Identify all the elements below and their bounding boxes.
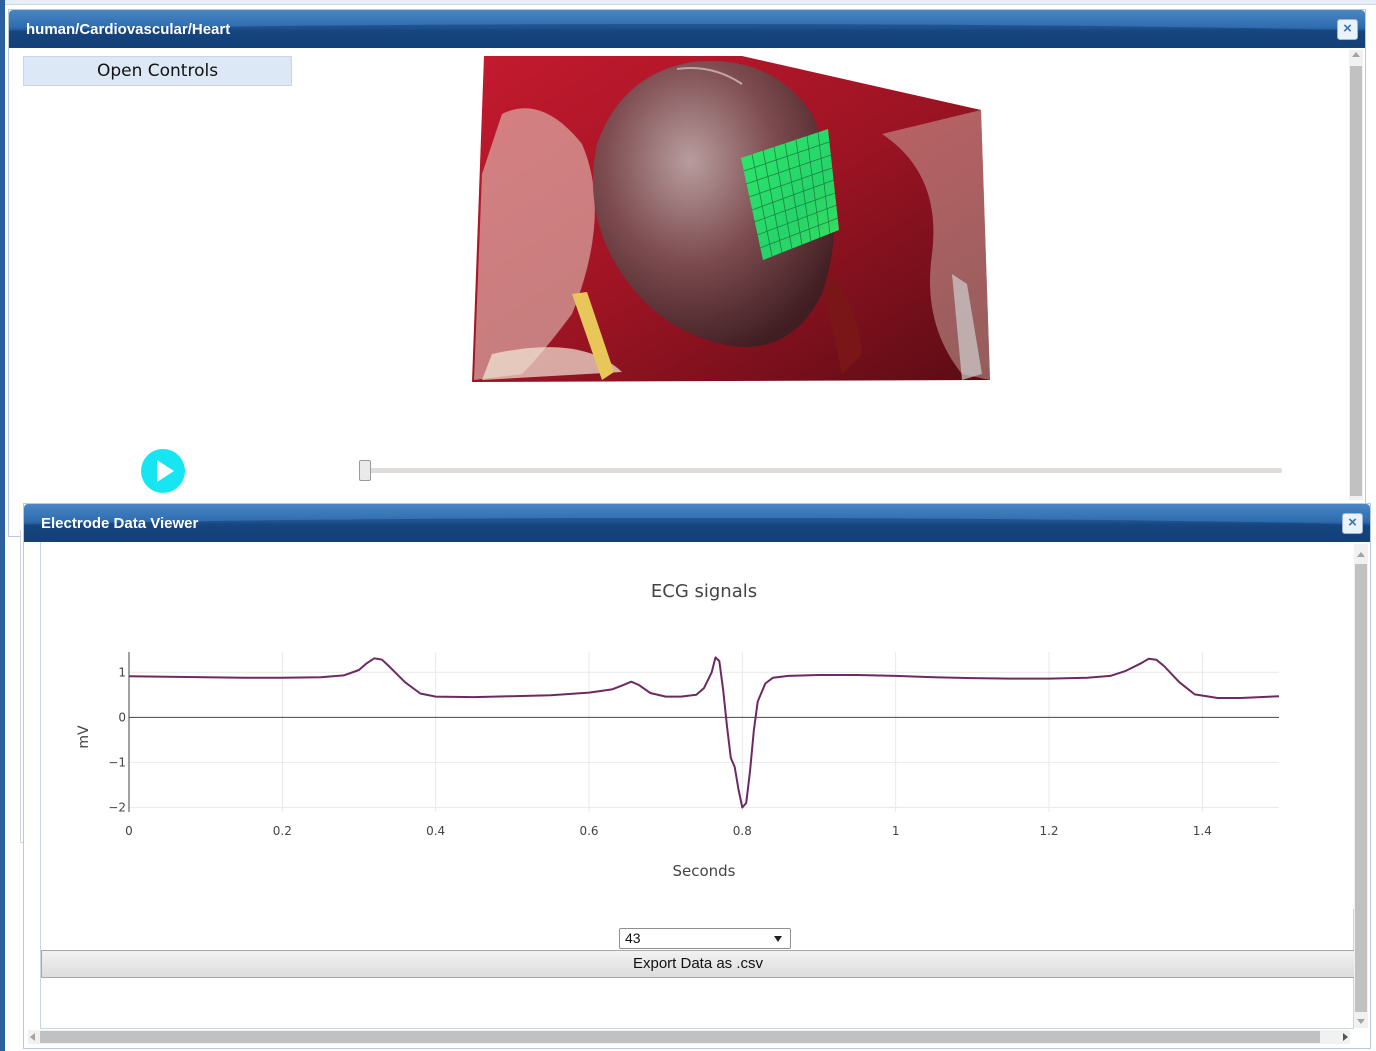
scrollbar-thumb[interactable]: [1355, 564, 1367, 1012]
heart-window-scrollbar[interactable]: [1349, 50, 1363, 500]
electrode-viewer-titlebar[interactable]: Electrode Data Viewer ×: [24, 504, 1370, 542]
electrode-viewer-close-button[interactable]: ×: [1342, 513, 1363, 534]
heart-window-close-button[interactable]: ×: [1337, 19, 1358, 40]
electrode-viewer-window: Electrode Data Viewer × 0 0.2 0.4 0.6 0.8 1 1.…: [23, 503, 1371, 1049]
electrode-viewer-content: 0 0.2 0.4 0.6 0.8 1 1.2 1.4 1 0 −1 −2 ECG signals S…: [40, 542, 1355, 1029]
scroll-up-arrow-icon[interactable]: [1357, 552, 1365, 557]
y-axis-label: mV: [76, 725, 92, 749]
ecg-chart[interactable]: 0 0.2 0.4 0.6 0.8 1 1.2 1.4 1 0 −1 −2 ECG signals S…: [41, 542, 1355, 909]
x-tick-label: 1.4: [1193, 824, 1212, 838]
y-tick-label: −2: [108, 800, 126, 814]
play-button[interactable]: [141, 449, 185, 493]
heart-surgery-image[interactable]: [462, 54, 990, 382]
scroll-up-arrow-icon[interactable]: [1352, 52, 1360, 57]
y-tick-label: 0: [118, 710, 126, 724]
heart-window-title: human/Cardiovascular/Heart: [26, 21, 231, 38]
heart-window-titlebar[interactable]: human/Cardiovascular/Heart ×: [9, 10, 1365, 48]
timeline-slider-thumb[interactable]: [359, 460, 371, 481]
electrode-viewer-vertical-scrollbar[interactable]: [1354, 544, 1368, 1028]
scroll-down-arrow-icon[interactable]: [1357, 1019, 1365, 1024]
dropdown-arrow-icon: [774, 936, 782, 942]
electrode-viewer-title: Electrode Data Viewer: [41, 515, 199, 532]
open-controls-button[interactable]: Open Controls: [23, 56, 292, 86]
y-tick-label: −1: [108, 755, 126, 769]
x-tick-label: 0.6: [579, 824, 598, 838]
chart-title: ECG signals: [651, 581, 757, 602]
page-left-edge: [0, 0, 5, 1051]
heart-window: human/Cardiovascular/Heart × Open Contro…: [8, 9, 1366, 537]
scroll-left-arrow-icon[interactable]: [30, 1033, 35, 1041]
x-axis-label: Seconds: [672, 862, 735, 880]
x-tick-label: 0.4: [426, 824, 445, 838]
x-tick-label: 0.8: [733, 824, 752, 838]
electrode-select[interactable]: 43: [619, 928, 791, 949]
ecg-trace-line: [128, 656, 1280, 809]
x-tick-label: 1.2: [1039, 824, 1058, 838]
y-tick-label: 1: [118, 665, 126, 679]
x-tick-label: 1: [892, 824, 900, 838]
x-tick-label: 0: [125, 824, 133, 838]
timeline-slider-track[interactable]: [364, 468, 1282, 473]
electrode-viewer-horizontal-scrollbar[interactable]: [28, 1030, 1350, 1044]
scrollbar-thumb[interactable]: [1350, 66, 1362, 496]
scroll-right-arrow-icon[interactable]: [1343, 1033, 1348, 1041]
export-csv-button[interactable]: Export Data as .csv: [41, 950, 1355, 978]
x-tick-label: 0.2: [273, 824, 292, 838]
page-top-edge: [0, 0, 1376, 5]
scrollbar-thumb[interactable]: [40, 1031, 1320, 1043]
electrode-select-value: 43: [625, 930, 641, 946]
